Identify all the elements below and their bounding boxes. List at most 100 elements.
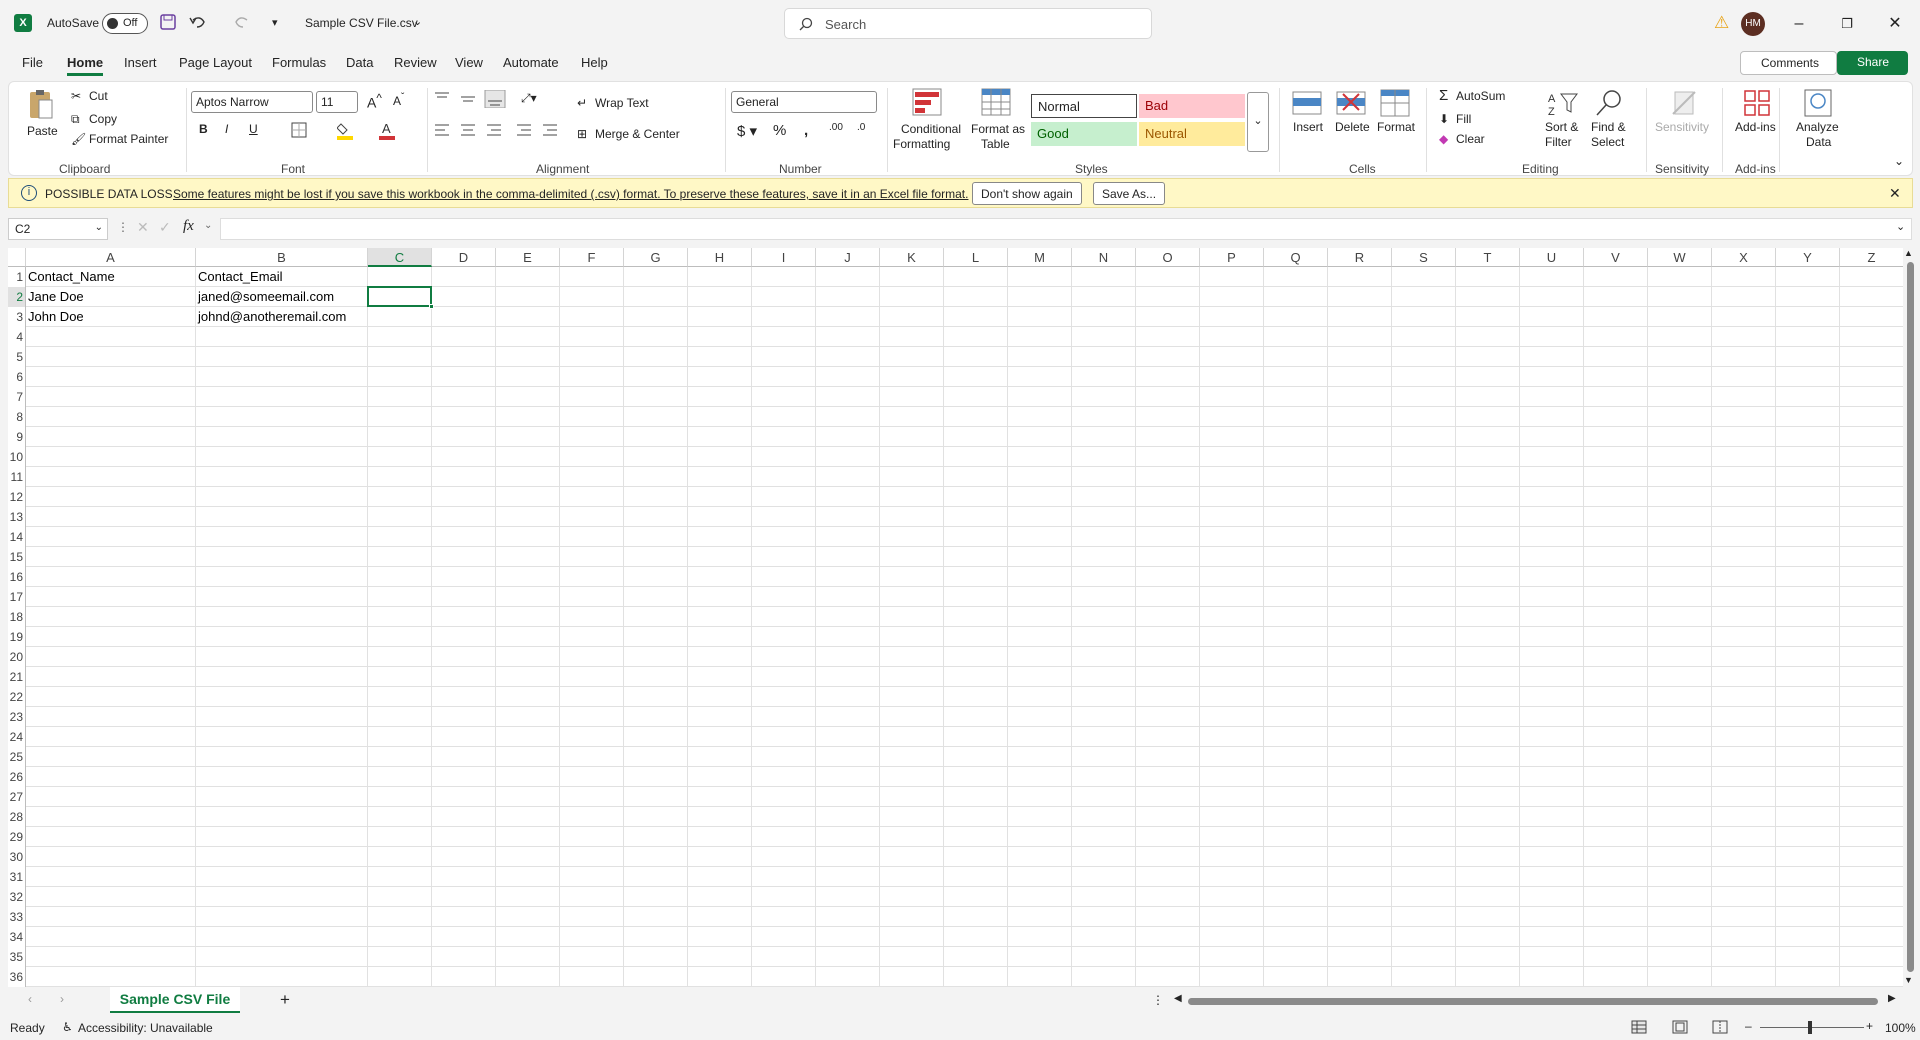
column-header[interactable]: P <box>1200 248 1264 267</box>
increase-font-icon[interactable]: A^ <box>367 92 382 111</box>
sort-filter-label[interactable]: Sort & <box>1545 120 1578 134</box>
format-painter-button[interactable]: Format Painter <box>89 132 168 146</box>
column-header[interactable]: F <box>560 248 624 267</box>
column-header[interactable]: R <box>1328 248 1392 267</box>
column-header[interactable]: W <box>1648 248 1712 267</box>
row-header[interactable]: 29 <box>8 827 26 847</box>
tab-page-layout[interactable]: Page Layout <box>179 55 252 70</box>
cell-a1[interactable]: Contact_Name <box>26 267 196 287</box>
style-good[interactable]: Good <box>1031 122 1137 146</box>
analyze-data-label[interactable]: Analyze <box>1796 120 1839 134</box>
accessibility-status[interactable]: Accessibility: Unavailable <box>78 1021 213 1035</box>
add-ins-button[interactable]: Add-ins <box>1735 120 1776 134</box>
find-select-label2[interactable]: Select <box>1591 135 1624 149</box>
fill-icon[interactable]: ⬇ <box>1439 112 1449 126</box>
next-sheet-icon[interactable]: › <box>60 992 64 1006</box>
insert-cells-button[interactable]: Insert <box>1293 120 1323 134</box>
merge-center-icon[interactable]: ⊞ <box>577 127 587 141</box>
wrap-text-button[interactable]: Wrap Text <box>595 96 649 110</box>
wrap-text-icon[interactable]: ↵ <box>577 96 587 110</box>
row-header[interactable]: 20 <box>8 647 26 667</box>
tab-file[interactable]: File <box>22 55 43 70</box>
column-header[interactable]: Q <box>1264 248 1328 267</box>
row-header[interactable]: 31 <box>8 867 26 887</box>
merge-center-button[interactable]: Merge & Center <box>595 127 680 141</box>
style-bad[interactable]: Bad <box>1139 94 1245 118</box>
zoom-slider[interactable] <box>1760 1027 1864 1028</box>
conditional-formatting-label2[interactable]: Formatting <box>893 137 950 151</box>
column-header[interactable]: K <box>880 248 944 267</box>
row-header[interactable]: 32 <box>8 887 26 907</box>
column-header[interactable]: E <box>496 248 560 267</box>
fill-button[interactable]: Fill <box>1456 112 1471 126</box>
column-header[interactable]: V <box>1584 248 1648 267</box>
format-as-table-label2[interactable]: Table <box>981 137 1010 151</box>
cut-button[interactable]: Cut <box>89 89 108 103</box>
tab-formulas[interactable]: Formulas <box>272 55 326 70</box>
cell-b1[interactable]: Contact_Email <box>196 267 396 287</box>
percent-icon[interactable]: % <box>773 122 786 139</box>
conditional-formatting-label[interactable]: Conditional <box>896 122 966 136</box>
column-header[interactable]: S <box>1392 248 1456 267</box>
name-box[interactable]: C2 ⌄ <box>8 218 108 240</box>
close-button[interactable]: ✕ <box>1880 10 1910 38</box>
select-all-corner[interactable] <box>8 248 26 267</box>
currency-icon[interactable]: $ ▾ <box>737 122 757 140</box>
conditional-formatting-icon[interactable] <box>912 88 942 116</box>
more-icon[interactable]: ⋮ <box>117 220 129 234</box>
accessibility-icon[interactable]: ♿ <box>62 1020 73 1034</box>
row-header[interactable]: 8 <box>8 407 26 427</box>
delete-cells-icon[interactable] <box>1335 88 1367 118</box>
row-header[interactable]: 19 <box>8 627 26 647</box>
underline-button[interactable]: U <box>249 122 258 136</box>
cell-a3[interactable]: John Doe <box>26 307 196 327</box>
row-header[interactable]: 28 <box>8 807 26 827</box>
row-header[interactable]: 12 <box>8 487 26 507</box>
insert-function-icon[interactable]: fx <box>183 218 194 235</box>
sheet-tab[interactable]: Sample CSV File <box>110 987 240 1013</box>
enter-icon[interactable]: ✓ <box>159 219 171 236</box>
tab-data[interactable]: Data <box>346 55 373 70</box>
spreadsheet-grid[interactable]: A B C D E F G H I J K L M N O P Q R S T U V W X Y Z 1 2 3 4 5 6 7 8 9 10 11 1… <box>8 248 1903 987</box>
column-header[interactable]: G <box>624 248 688 267</box>
close-icon[interactable]: ✕ <box>1889 185 1901 202</box>
tab-review[interactable]: Review <box>394 55 437 70</box>
row-header[interactable]: 2 <box>8 287 26 307</box>
row-header[interactable]: 21 <box>8 667 26 687</box>
row-header[interactable]: 22 <box>8 687 26 707</box>
scroll-down-icon[interactable]: ▼ <box>1904 975 1913 985</box>
autosum-icon[interactable]: Σ <box>1439 87 1448 104</box>
tab-view[interactable]: View <box>455 55 483 70</box>
share-button[interactable]: Share <box>1837 51 1908 75</box>
column-header[interactable]: X <box>1712 248 1776 267</box>
style-neutral[interactable]: Neutral <box>1139 122 1245 146</box>
vertical-scrollbar[interactable]: ▲ ▼ <box>1904 248 1916 987</box>
save-as-button[interactable]: Save As... <box>1093 182 1166 205</box>
tab-help[interactable]: Help <box>581 55 608 70</box>
column-header[interactable]: H <box>688 248 752 267</box>
data-loss-message[interactable]: Some features might be lost if you save … <box>173 187 968 201</box>
column-header[interactable]: J <box>816 248 880 267</box>
row-header[interactable]: 11 <box>8 467 26 487</box>
fill-color-icon[interactable] <box>337 120 353 140</box>
number-format-select[interactable]: General <box>731 91 877 113</box>
find-select-icon[interactable] <box>1593 88 1625 118</box>
italic-button[interactable]: I <box>225 122 228 136</box>
cell-b2[interactable]: janed@someemail.com <box>196 287 396 307</box>
tab-home[interactable]: Home <box>67 55 104 76</box>
row-header[interactable]: 18 <box>8 607 26 627</box>
autosave-toggle[interactable]: Off <box>102 13 148 34</box>
row-header[interactable]: 17 <box>8 587 26 607</box>
sort-filter-label2[interactable]: Filter <box>1545 135 1572 149</box>
redo-icon[interactable] <box>232 13 252 33</box>
scroll-left-icon[interactable]: ◀ <box>1174 993 1182 1004</box>
cell-b3[interactable]: johnd@anotheremail.com <box>196 307 396 327</box>
column-header[interactable]: M <box>1008 248 1072 267</box>
tab-insert[interactable]: Insert <box>124 55 157 70</box>
add-ins-icon[interactable] <box>1742 88 1772 118</box>
warning-icon[interactable]: ⚠ <box>1714 13 1729 33</box>
copy-icon[interactable]: ⧉ <box>71 112 80 127</box>
format-as-table-icon[interactable] <box>981 88 1011 116</box>
page-layout-view-icon[interactable] <box>1672 1020 1688 1034</box>
restore-button[interactable]: ❐ <box>1832 10 1862 38</box>
